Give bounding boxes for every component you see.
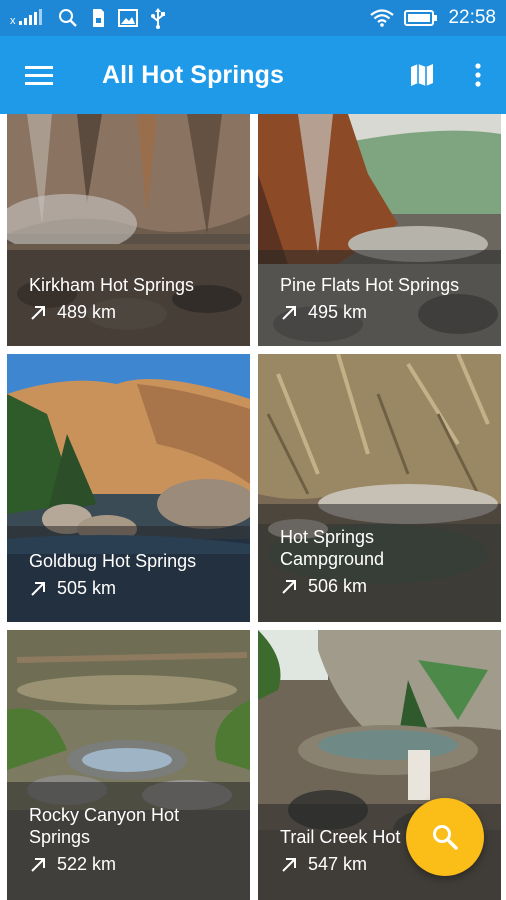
arrow-north-east-icon	[31, 857, 45, 872]
spring-distance: 489 km	[57, 302, 117, 322]
spring-info: Hot Springs Campground 506 km	[258, 504, 501, 622]
sim-icon	[90, 7, 106, 29]
spring-distance: 506 km	[308, 576, 368, 596]
spring-distance-row: 522 km	[29, 854, 236, 875]
spring-distance: 495 km	[308, 302, 368, 322]
spring-card[interactable]: Hot Springs Campground 506 km	[258, 354, 501, 622]
spring-distance-row: 489 km	[29, 302, 236, 323]
spring-distance-row: 505 km	[29, 578, 236, 599]
spring-distance-row: 495 km	[280, 302, 487, 323]
search-fab-button[interactable]	[406, 798, 484, 876]
spring-name: Rocky Canyon Hot Springs	[29, 805, 180, 847]
arrow-north-east-icon	[282, 579, 296, 594]
spring-name: Kirkham Hot Springs	[29, 275, 195, 295]
hamburger-menu-icon	[25, 66, 53, 85]
usb-icon	[150, 7, 166, 29]
arrow-north-east-icon	[31, 305, 45, 320]
spring-distance: 522 km	[57, 854, 117, 874]
map-icon	[411, 64, 433, 86]
svg-text:x: x	[10, 15, 16, 27]
arrow-north-east-icon	[31, 581, 45, 596]
spring-name: Pine Flats Hot Springs	[280, 275, 460, 295]
spring-name: Goldbug Hot Springs	[29, 551, 197, 571]
image-icon	[118, 7, 138, 29]
spring-card[interactable]: Pine Flats Hot Springs 495 km	[258, 114, 501, 346]
spring-name: Hot Springs Campground	[280, 527, 385, 569]
status-time: 22:58	[448, 7, 496, 28]
app-bar: All Hot Springs	[0, 36, 506, 114]
spring-card[interactable]: Kirkham Hot Springs 489 km	[7, 114, 250, 346]
arrow-north-east-icon	[282, 857, 296, 872]
spring-info: Pine Flats Hot Springs 495 km	[258, 250, 501, 346]
spring-info: Goldbug Hot Springs 505 km	[7, 526, 250, 622]
arrow-north-east-icon	[282, 305, 296, 320]
battery-icon	[404, 7, 438, 29]
spring-card[interactable]: Goldbug Hot Springs 505 km	[7, 354, 250, 622]
wifi-icon	[370, 7, 395, 29]
more-options-button[interactable]	[450, 36, 506, 114]
signal-icon: x	[10, 7, 46, 29]
menu-button[interactable]	[0, 36, 78, 114]
more-vert-icon	[475, 63, 481, 87]
spring-distance-row: 506 km	[280, 576, 487, 597]
search-icon	[58, 7, 78, 29]
page-title: All Hot Springs	[102, 60, 285, 89]
spring-distance: 505 km	[57, 578, 117, 598]
spring-distance: 547 km	[308, 854, 368, 874]
search-icon	[433, 825, 458, 850]
spring-info: Kirkham Hot Springs 489 km	[7, 250, 250, 346]
spring-info: Rocky Canyon Hot Springs 522 km	[7, 782, 250, 900]
spring-card[interactable]: Rocky Canyon Hot Springs 522 km	[7, 630, 250, 900]
hot-springs-grid: Kirkham Hot Springs 489 km Pine Flats Ho…	[0, 114, 506, 900]
status-bar: x 22:58	[0, 0, 506, 36]
map-button[interactable]	[394, 36, 450, 114]
